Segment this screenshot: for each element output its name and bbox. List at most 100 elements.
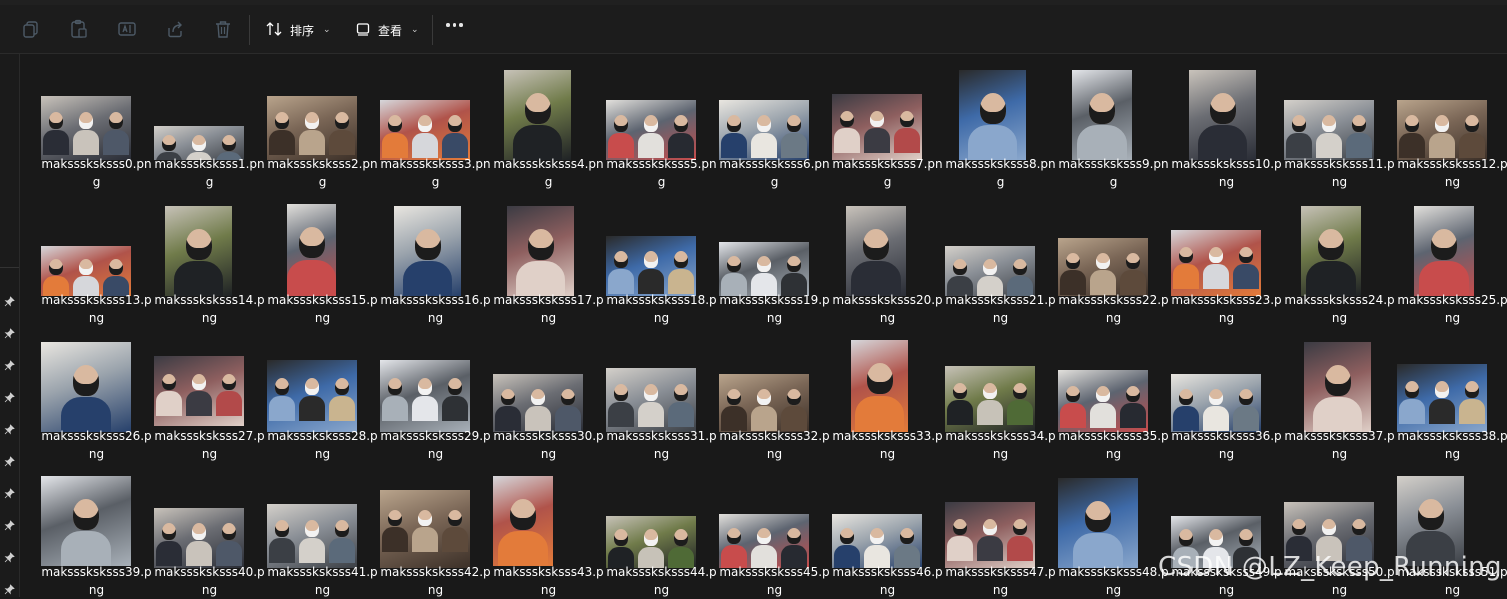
file-thumbnail — [1058, 478, 1138, 568]
file-thumbnail — [606, 100, 696, 160]
file-name: maksssksksss2.png — [267, 157, 378, 189]
file-thumbnail — [1304, 342, 1371, 432]
file-name: maksssksksss4.png — [493, 157, 604, 189]
file-thumbnail — [945, 246, 1035, 296]
file-thumbnail — [504, 70, 571, 160]
sort-button[interactable]: 排序 ⌄ — [265, 15, 331, 45]
file-name: maksssksksss40.png — [154, 565, 265, 597]
view-label: 查看 — [378, 23, 403, 38]
file-thumbnail — [267, 504, 357, 568]
file-thumbnail — [380, 360, 470, 432]
share-icon[interactable] — [163, 17, 187, 41]
file-thumbnail — [394, 206, 461, 296]
file-thumbnail — [719, 374, 809, 432]
file-thumbnail — [606, 236, 696, 296]
file-name: maksssksksss35.png — [1058, 429, 1169, 461]
sort-icon — [265, 20, 283, 41]
file-name: maksssksksss27.png — [154, 429, 265, 461]
pin-icon[interactable] — [4, 420, 15, 435]
file-thumbnail — [41, 476, 131, 566]
file-name: maksssksksss32.png — [719, 429, 830, 461]
trash-icon[interactable] — [211, 17, 235, 41]
file-name: maksssksksss28.png — [267, 429, 378, 461]
file-thumbnail — [945, 502, 1035, 568]
file-thumbnail — [851, 340, 908, 432]
navigation-pane[interactable] — [0, 54, 20, 597]
file-name: maksssksksss24.png — [1284, 293, 1395, 325]
view-button[interactable]: 查看 ⌄ — [355, 15, 419, 45]
file-name: maksssksksss5.png — [606, 157, 717, 189]
more-icon[interactable] — [446, 23, 463, 27]
file-name: maksssksksss10.png — [1171, 157, 1282, 189]
file-thumbnail — [267, 96, 357, 160]
pin-icon[interactable] — [4, 388, 15, 403]
file-thumbnail — [719, 242, 809, 296]
pin-icon[interactable] — [4, 292, 15, 307]
file-name: maksssksksss39.png — [41, 565, 152, 597]
file-name: maksssksksss42.png — [380, 565, 491, 597]
file-name: maksssksksss7.png — [832, 157, 943, 189]
file-name: maksssksksss3.png — [380, 157, 491, 189]
file-name: maksssksksss21.png — [945, 293, 1056, 325]
file-name: maksssksksss30.png — [493, 429, 604, 461]
file-thumbnail — [1171, 230, 1261, 296]
file-thumbnail — [959, 70, 1026, 160]
toolbar-separator — [249, 15, 250, 45]
pin-icon[interactable] — [4, 516, 15, 531]
file-name: maksssksksss12.png — [1397, 157, 1507, 189]
file-name: maksssksksss0.png — [41, 157, 152, 189]
pin-icon[interactable] — [4, 548, 15, 563]
pin-icon[interactable] — [4, 452, 15, 467]
file-thumbnail — [267, 360, 357, 432]
file-name: maksssksksss48.png — [1058, 565, 1169, 597]
file-name: maksssksksss25.png — [1397, 293, 1507, 325]
file-thumbnail — [380, 100, 470, 160]
file-name: maksssksksss34.png — [945, 429, 1056, 461]
file-thumbnail — [1189, 70, 1256, 160]
file-thumbnail — [945, 366, 1035, 432]
file-thumbnail — [287, 204, 336, 296]
file-name: maksssksksss6.png — [719, 157, 830, 189]
rename-icon[interactable] — [115, 17, 139, 41]
file-name: maksssksksss20.png — [832, 293, 943, 325]
chevron-down-icon: ⌄ — [323, 25, 331, 35]
file-name: maksssksksss46.png — [832, 565, 943, 597]
file-thumbnail — [1284, 100, 1374, 160]
pin-icon[interactable] — [4, 356, 15, 371]
file-thumbnail — [1301, 206, 1361, 296]
file-name: maksssksksss31.png — [606, 429, 717, 461]
file-thumbnail — [493, 476, 553, 566]
file-thumbnail — [1171, 374, 1261, 432]
pin-icon[interactable] — [4, 324, 15, 339]
file-name: maksssksksss44.png — [606, 565, 717, 597]
file-thumbnail — [41, 246, 131, 296]
file-thumbnail — [846, 206, 906, 296]
watermark: CSDN @LZ_Keep_Running — [1158, 552, 1502, 582]
file-name: maksssksksss8.png — [945, 157, 1056, 189]
file-name: maksssksksss18.png — [606, 293, 717, 325]
file-name: maksssksksss43.png — [493, 565, 604, 597]
copy-icon[interactable] — [19, 17, 43, 41]
file-thumbnail — [832, 94, 922, 160]
file-thumbnail — [507, 206, 574, 296]
pin-icon[interactable] — [4, 484, 15, 499]
file-name: maksssksksss45.png — [719, 565, 830, 597]
file-name: maksssksksss17.png — [493, 293, 604, 325]
file-thumbnail — [1414, 206, 1474, 296]
file-thumbnail — [1058, 370, 1148, 432]
file-name: maksssksksss22.png — [1058, 293, 1169, 325]
file-name: maksssksksss41.png — [267, 565, 378, 597]
sort-label: 排序 — [290, 23, 315, 38]
file-name: maksssksksss13.png — [41, 293, 152, 325]
file-thumbnail — [606, 516, 696, 568]
file-grid: maksssksksss0.png maksssksksss1.png maksss… — [28, 54, 1507, 597]
paste-icon[interactable] — [67, 17, 91, 41]
file-thumbnail — [380, 490, 470, 568]
pin-icon[interactable] — [4, 580, 15, 595]
file-name: maksssksksss29.png — [380, 429, 491, 461]
file-thumbnail — [1397, 364, 1487, 432]
file-thumbnail — [154, 508, 244, 568]
command-bar: 排序 ⌄ 查看 ⌄ — [0, 5, 1507, 54]
view-icon — [355, 21, 371, 40]
file-name: maksssksksss11.png — [1284, 157, 1395, 189]
